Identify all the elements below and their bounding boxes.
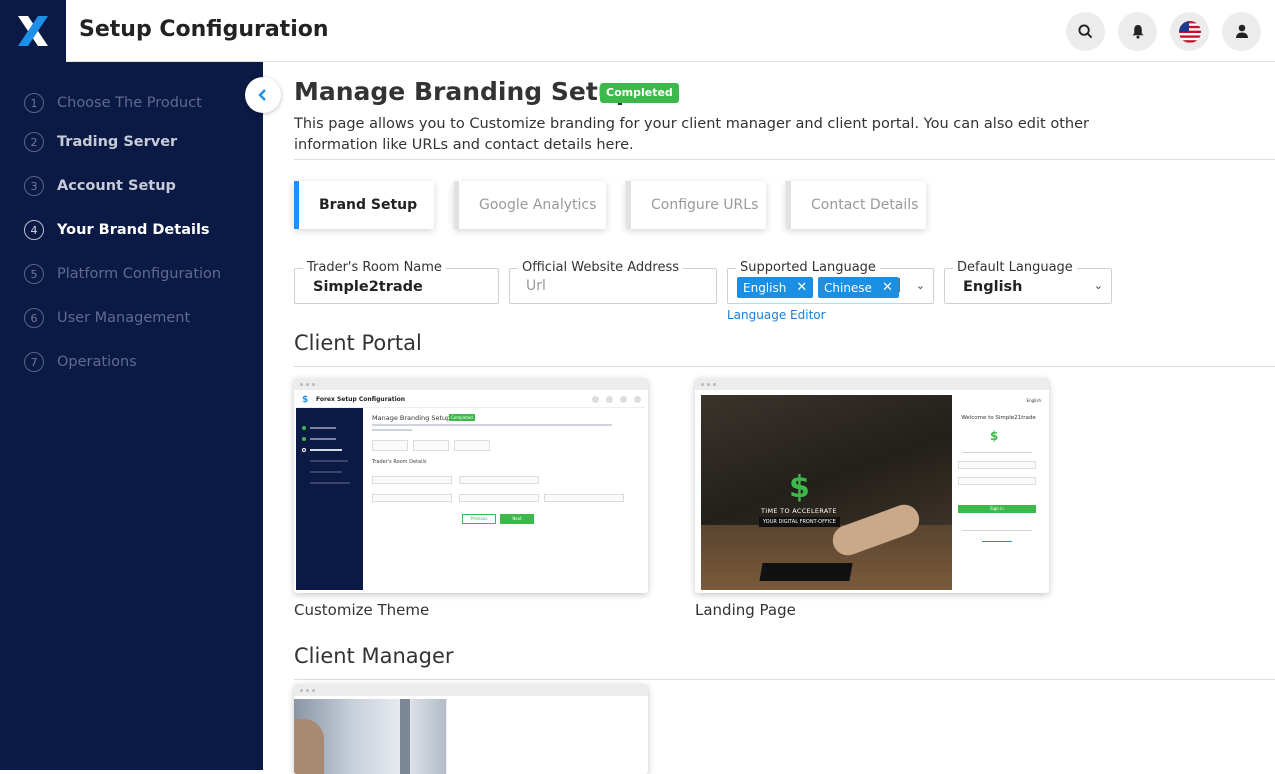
step-label: Your Brand Details [57, 222, 210, 238]
us-flag-icon [1178, 20, 1201, 43]
preview-app-title: Forex Setup Configuration [316, 396, 406, 403]
chip-label: Chinese [824, 280, 872, 295]
search-button[interactable] [1066, 12, 1105, 51]
window-bar [294, 684, 648, 696]
language-editor-link[interactable]: Language Editor [727, 308, 826, 322]
client-manager-preview-image [294, 699, 446, 774]
chevron-down-icon[interactable]: ⌄ [916, 279, 925, 292]
page-title: Manage Branding Setup [294, 77, 634, 106]
language-chip-chinese: Chinese ✕ [818, 277, 899, 298]
field-label: Supported Language [736, 260, 880, 275]
window-bar [294, 378, 648, 390]
step-label: Operations [57, 354, 137, 370]
landing-page-caption: Landing Page [695, 601, 796, 619]
supported-language-select[interactable]: Supported Language English ✕ Chinese ✕ |… [727, 260, 934, 304]
website-address-input[interactable] [526, 278, 686, 294]
step-number: 2 [24, 132, 44, 152]
field-label: Trader's Room Name [303, 260, 446, 275]
divider [294, 159, 1275, 160]
field-label: Default Language [953, 260, 1077, 275]
language-chip-english: English ✕ [737, 277, 814, 298]
customize-theme-caption: Customize Theme [294, 601, 430, 619]
traders-room-name-value: Simple2trade [313, 279, 423, 295]
step-label: Platform Configuration [57, 266, 222, 282]
remove-chip-icon[interactable]: ✕ [796, 280, 807, 295]
notifications-button[interactable] [1118, 12, 1157, 51]
dollar-logo-icon: $ [789, 470, 810, 505]
step-number: 4 [24, 220, 44, 240]
default-language-select[interactable]: Default Language English ⌄ [944, 260, 1112, 304]
tab-brand-setup[interactable]: Brand Setup [294, 181, 434, 229]
x-logo-icon [18, 16, 48, 46]
client-portal-title: Client Portal [294, 331, 422, 355]
landing-headline: TIME TO ACCELERATE [761, 507, 837, 515]
client-manager-card[interactable] [294, 684, 648, 774]
customize-theme-card[interactable]: $ Forex Setup Configuration Manage Brand… [294, 378, 648, 593]
preview-badge: Completed [449, 414, 475, 421]
bell-icon [1131, 24, 1144, 39]
landing-lang: English [1026, 398, 1041, 403]
text-cursor: | [897, 277, 902, 293]
client-manager-preview-panel [446, 699, 648, 774]
step-number: 3 [24, 176, 44, 196]
tab-google-analytics[interactable]: Google Analytics [454, 181, 606, 229]
divider [294, 679, 1275, 680]
step-label: Trading Server [57, 134, 178, 150]
app-title: Setup Configuration [79, 17, 329, 42]
landing-signin-panel: English Welcome to Simple21trade $ Sign … [952, 395, 1045, 590]
step-number: 7 [24, 352, 44, 372]
step-choose-product[interactable]: 1 Choose The Product [24, 92, 202, 114]
step-account-setup[interactable]: 3 Account Setup [24, 175, 176, 197]
search-icon [1078, 24, 1093, 39]
divider [294, 366, 1275, 367]
setup-steps-sidebar: 1 Choose The Product 2 Trading Server 3 … [0, 62, 263, 770]
preview-page-title: Manage Branding Setup [372, 414, 451, 422]
step-label: Account Setup [57, 178, 176, 194]
website-address-field[interactable]: Official Website Address [509, 260, 717, 304]
traders-room-name-field[interactable]: Trader's Room Name Simple2trade [294, 260, 499, 304]
chevron-down-icon[interactable]: ⌄ [1094, 279, 1103, 292]
step-operations[interactable]: 7 Operations [24, 351, 137, 373]
landing-hero-image: $ TIME TO ACCELERATE YOUR DIGITAL FRONT-… [701, 395, 952, 590]
page-description: This page allows you to Customize brandi… [294, 116, 1089, 153]
profile-button[interactable] [1222, 12, 1261, 51]
collapse-sidebar-button[interactable] [245, 77, 281, 113]
window-bar [695, 378, 1049, 390]
logo[interactable] [0, 0, 66, 62]
landing-signin-button: Sign in [958, 505, 1036, 513]
user-icon [1235, 24, 1248, 38]
step-trading-server[interactable]: 2 Trading Server [24, 131, 177, 153]
chevron-left-icon [258, 89, 266, 101]
landing-welcome: Welcome to Simple21trade [961, 415, 1036, 421]
step-user-management[interactable]: 6 User Management [24, 307, 190, 329]
remove-chip-icon[interactable]: ✕ [882, 280, 893, 295]
step-number: 5 [24, 264, 44, 284]
landing-page-card[interactable]: $ TIME TO ACCELERATE YOUR DIGITAL FRONT-… [695, 378, 1049, 593]
landing-subline: YOUR DIGITAL FRONT-OFFICE [759, 517, 840, 527]
theme-preview: $ Forex Setup Configuration Manage Brand… [296, 392, 645, 590]
step-brand-details[interactable]: 4 Your Brand Details [24, 219, 210, 241]
language-flag-button[interactable] [1170, 12, 1209, 51]
preview-section-title: Trader's Room Details [372, 459, 427, 465]
chip-label: English [743, 280, 787, 295]
step-label: Choose The Product [57, 95, 202, 111]
status-badge: Completed [600, 83, 679, 103]
preview-next-button: Next [500, 514, 534, 524]
tab-contact-details[interactable]: Contact Details [786, 181, 926, 229]
step-number: 6 [24, 308, 44, 328]
step-platform-configuration[interactable]: 5 Platform Configuration [24, 263, 221, 285]
field-label: Official Website Address [518, 260, 683, 275]
app-header: Setup Configuration [0, 0, 1275, 62]
tab-configure-urls[interactable]: Configure URLs [626, 181, 766, 229]
step-number: 1 [24, 93, 44, 113]
default-language-value: English [963, 279, 1023, 295]
preview-previous-button: Previous [462, 514, 496, 524]
client-manager-title: Client Manager [294, 644, 454, 668]
step-label: User Management [57, 310, 191, 326]
